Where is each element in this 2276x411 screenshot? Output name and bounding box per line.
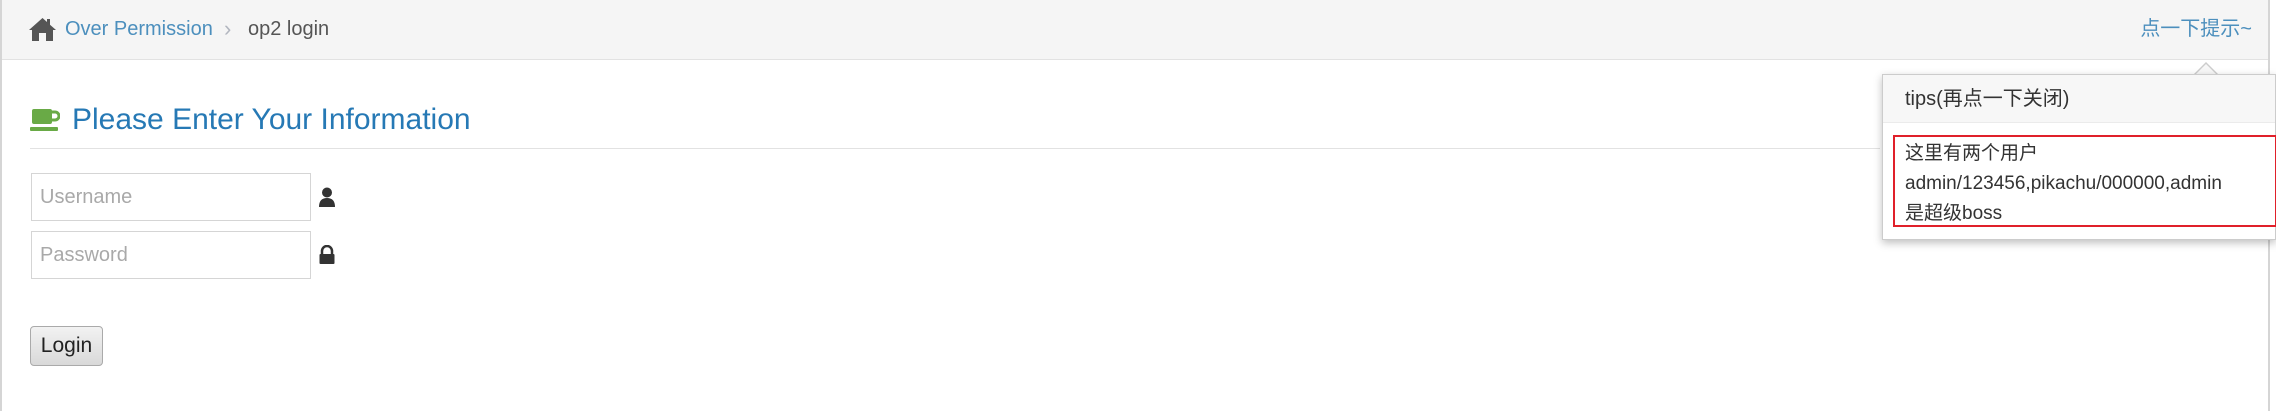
page-header: Please Enter Your Information xyxy=(30,100,1880,149)
hint-toggle-link[interactable]: 点一下提示~ xyxy=(2140,17,2252,41)
page-title: Please Enter Your Information xyxy=(72,103,471,136)
breadcrumb-link-over-permission[interactable]: Over Permission xyxy=(65,17,213,41)
breadcrumb: Over Permission › op2 login 点一下提示~ xyxy=(2,0,2268,60)
password-input[interactable] xyxy=(31,231,311,279)
tips-popover-title[interactable]: tips(再点一下关闭) xyxy=(1883,75,2275,123)
lock-icon xyxy=(319,245,335,264)
tips-line: 这里有两个用户 xyxy=(1905,143,2039,164)
tips-line: admin/123456,pikachu/000000,admin xyxy=(1905,173,2222,194)
home-icon[interactable] xyxy=(28,16,57,42)
breadcrumb-separator: › xyxy=(224,16,232,41)
user-icon xyxy=(319,187,335,207)
tips-popover[interactable]: tips(再点一下关闭) 这里有两个用户 admin/123456,pikach… xyxy=(1882,74,2276,240)
breadcrumb-current: op2 login xyxy=(248,18,330,40)
tips-line: 是超级boss xyxy=(1905,203,2003,224)
login-button[interactable]: Login xyxy=(30,326,103,366)
username-input[interactable] xyxy=(31,173,311,221)
coffee-icon xyxy=(30,109,60,131)
tips-popover-content: 这里有两个用户 admin/123456,pikachu/000000,admi… xyxy=(1893,135,2276,227)
